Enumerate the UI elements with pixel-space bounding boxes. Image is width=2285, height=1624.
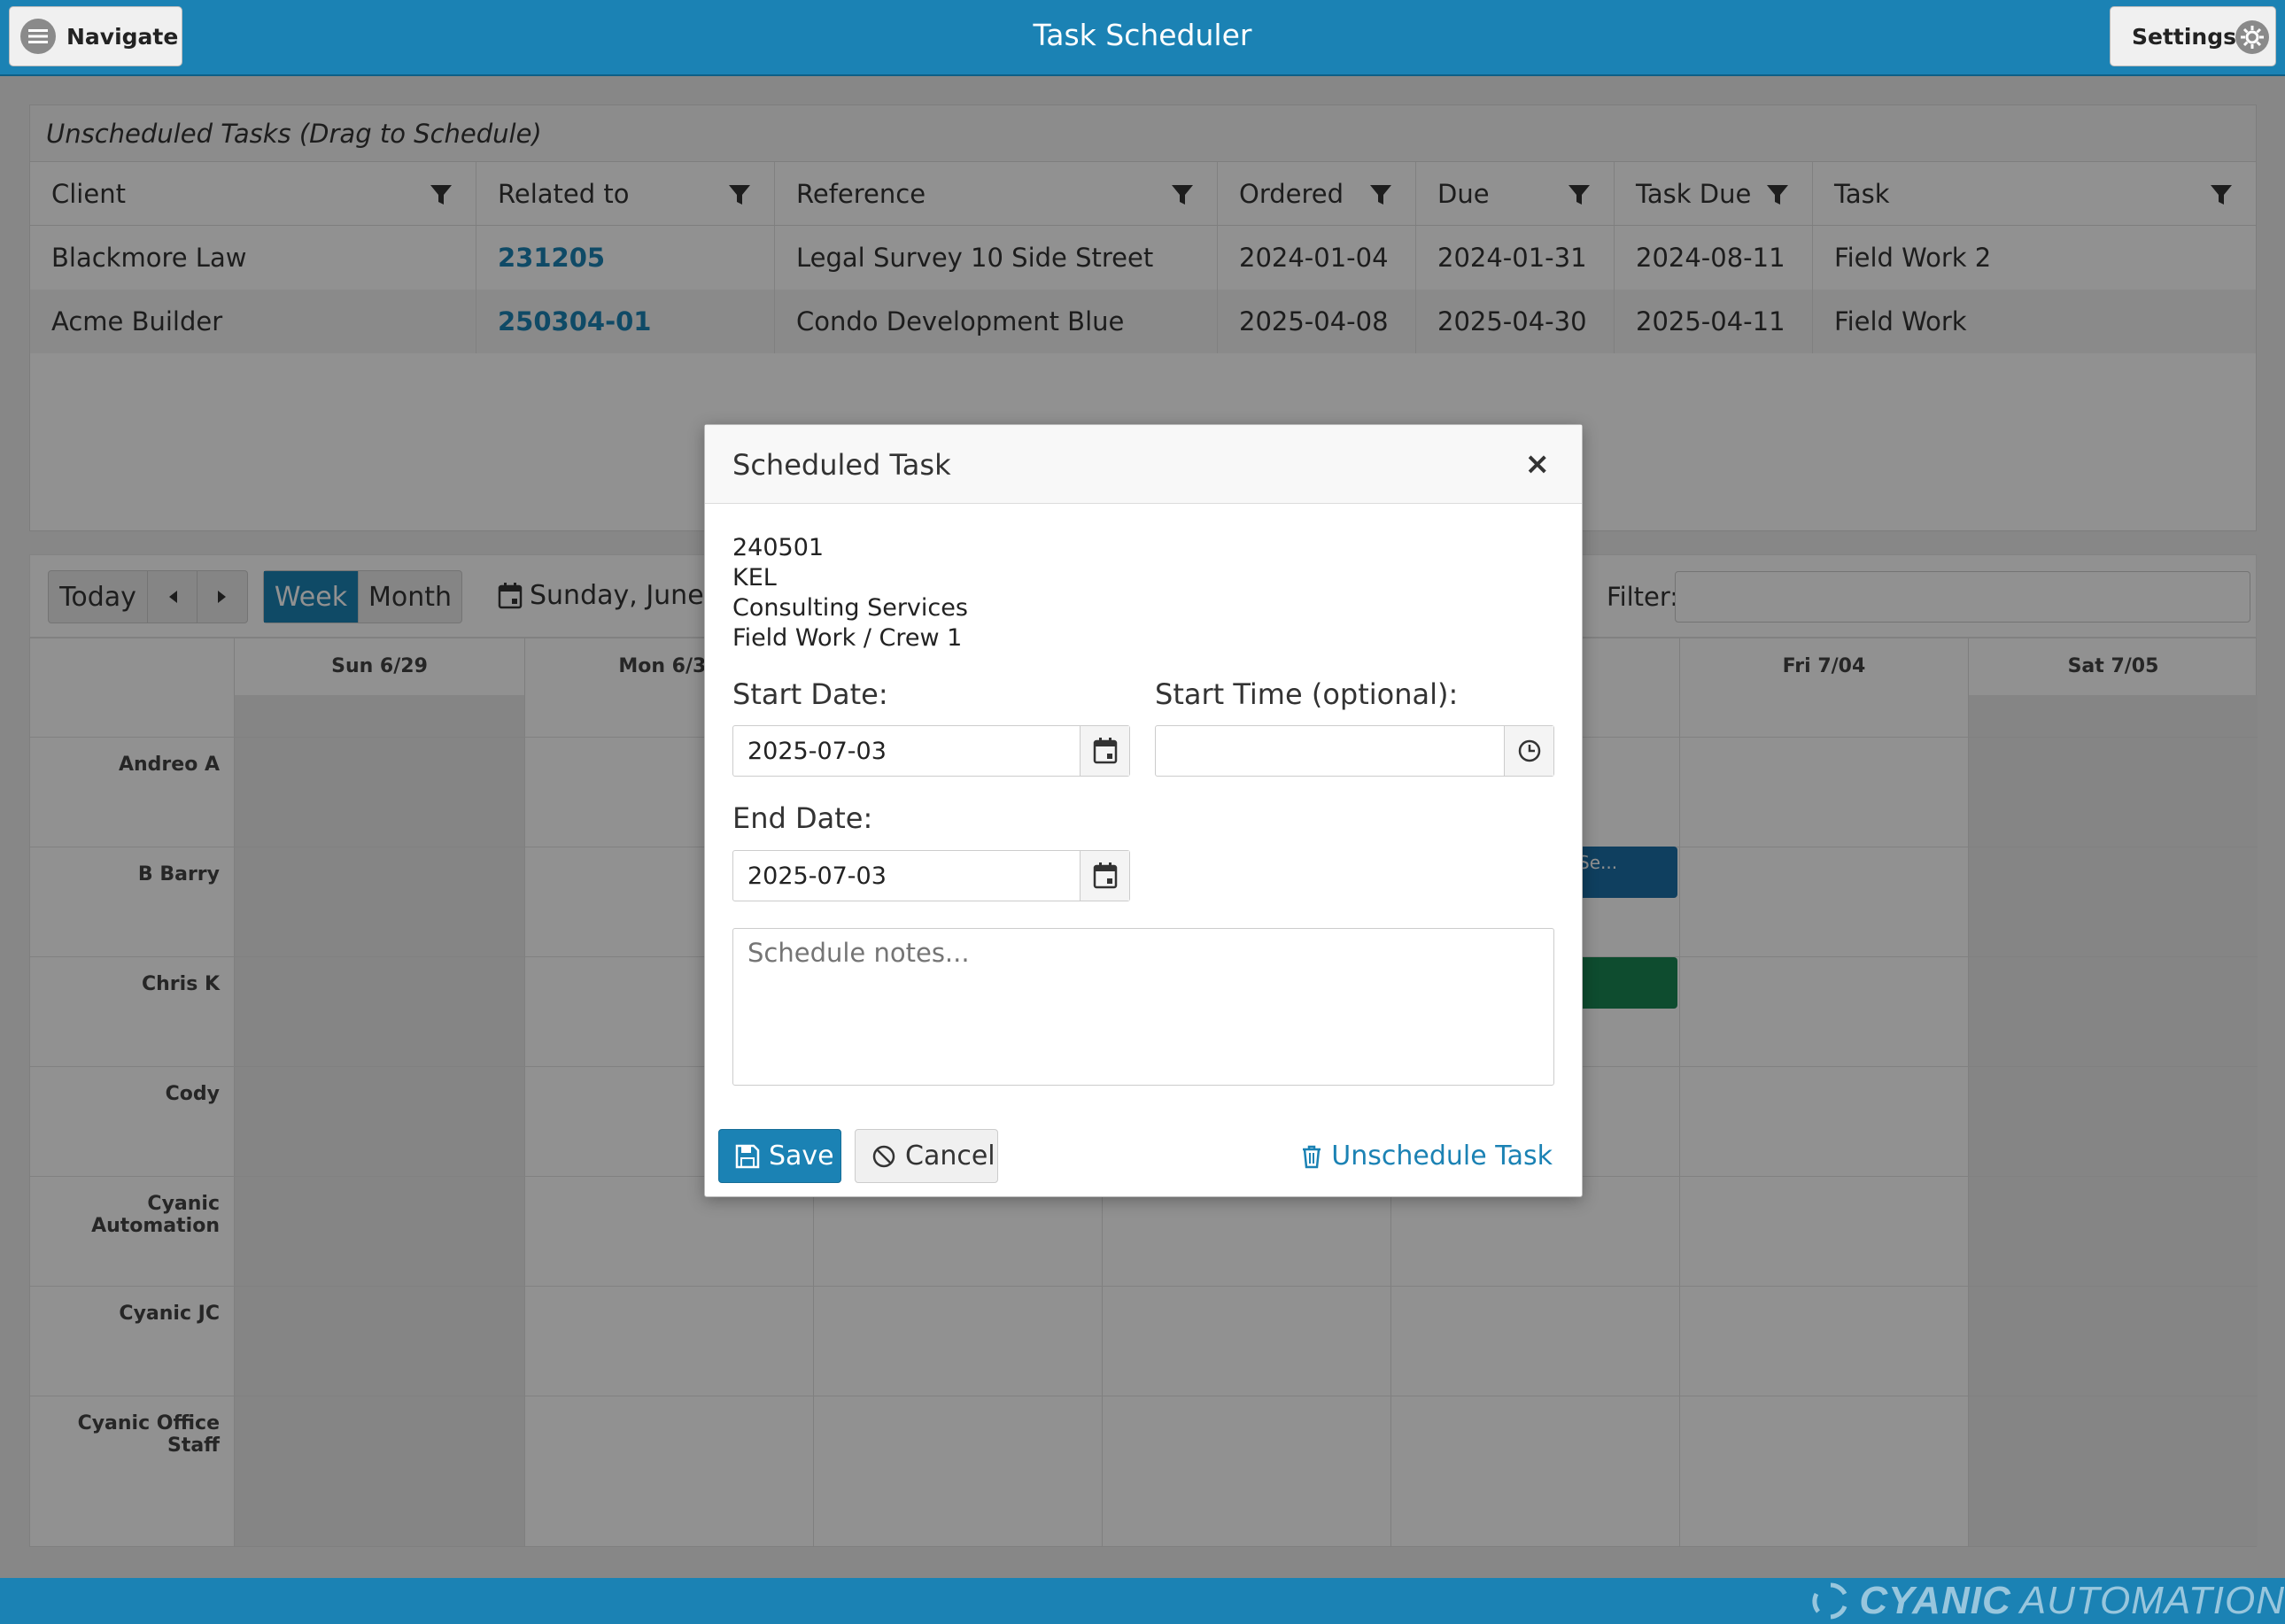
clock-icon[interactable] (1504, 726, 1553, 776)
brand-primary: CYANIC (1859, 1579, 2011, 1622)
start-date-value[interactable]: 2025-07-03 (733, 726, 1080, 776)
page-title: Task Scheduler (1033, 18, 1252, 52)
task-description: Field Work / Crew 1 (732, 624, 963, 652)
task-client: KEL (732, 564, 777, 592)
gear-icon (2235, 19, 2270, 55)
calendar-icon[interactable] (1080, 851, 1129, 901)
trash-icon (1301, 1144, 1322, 1169)
task-info: 240501 KEL Consulting Services Field Wor… (732, 533, 968, 653)
scheduled-task-dialog: Scheduled Task × 240501 KEL Consulting S… (704, 424, 1583, 1197)
save-label: Save (769, 1141, 834, 1172)
ban-icon (871, 1144, 896, 1169)
brand-secondary: AUTOMATION (2019, 1579, 2285, 1622)
settings-label: Settings (2132, 23, 2237, 50)
start-date-label: Start Date: (732, 677, 888, 711)
calendar-icon[interactable] (1080, 726, 1129, 776)
save-button[interactable]: Save (718, 1129, 841, 1183)
end-date-label: End Date: (732, 801, 873, 835)
app-header: Navigate Task Scheduler Settings (0, 0, 2285, 76)
schedule-notes-input[interactable] (732, 928, 1554, 1086)
cyanic-logo-icon (1811, 1581, 1850, 1620)
app-footer: CYANIC AUTOMATION (0, 1578, 2285, 1624)
brand-logo: CYANIC AUTOMATION (1811, 1579, 2285, 1622)
task-number: 240501 (732, 534, 825, 561)
unschedule-label: Unschedule Task (1331, 1141, 1553, 1172)
start-time-field[interactable] (1155, 725, 1554, 777)
floppy-disk-icon (735, 1144, 760, 1169)
cancel-label: Cancel (905, 1141, 995, 1172)
cancel-button[interactable]: Cancel (855, 1129, 998, 1183)
start-time-label: Start Time (optional): (1155, 677, 1459, 711)
unschedule-task-button[interactable]: Unschedule Task (1301, 1129, 1553, 1183)
settings-button[interactable]: Settings (2110, 6, 2276, 66)
close-icon[interactable]: × (1525, 446, 1551, 482)
start-date-field[interactable]: 2025-07-03 (732, 725, 1130, 777)
end-date-field[interactable]: 2025-07-03 (732, 850, 1130, 901)
start-time-value[interactable] (1156, 726, 1504, 776)
end-date-value[interactable]: 2025-07-03 (733, 851, 1080, 901)
task-reference: Consulting Services (732, 594, 968, 622)
dialog-header: Scheduled Task × (705, 425, 1582, 504)
dialog-title: Scheduled Task (732, 448, 951, 482)
